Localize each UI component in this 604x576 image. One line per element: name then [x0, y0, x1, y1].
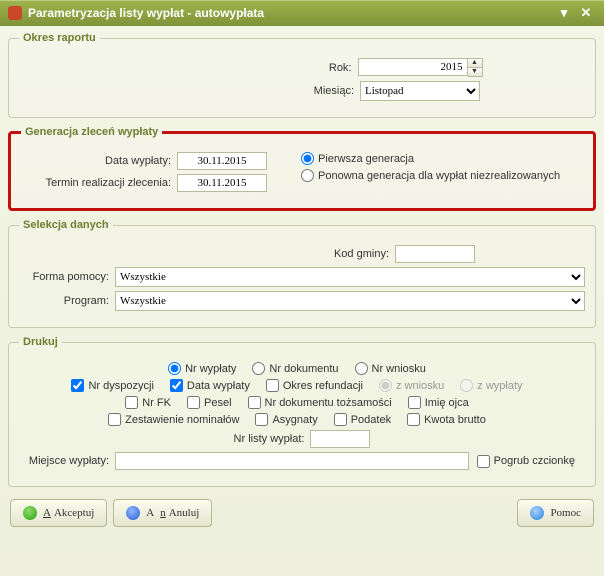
select-program[interactable]: Wszystkie [115, 291, 585, 311]
input-termin[interactable] [177, 174, 267, 192]
select-miesiac[interactable]: Listopad [360, 81, 480, 101]
label-program: Program: [19, 295, 115, 307]
check-pogrub-czcionke[interactable]: Pogrub czcionkę [477, 455, 575, 468]
ok-icon [23, 506, 37, 520]
label-nr-listy: Nr listy wypłat: [234, 433, 311, 445]
input-data-wyplaty[interactable] [177, 152, 267, 170]
check-okres-refundacji[interactable]: Okres refundacji [266, 379, 363, 392]
radio-pierwsza-generacja[interactable]: Pierwsza generacja [301, 152, 414, 165]
legend-drukuj: Drukuj [19, 336, 62, 348]
check-nr-dok-toz[interactable]: Nr dokumentu tożsamości [248, 396, 392, 409]
app-icon [8, 6, 22, 20]
help-icon [530, 506, 544, 520]
accept-button[interactable]: AAkceptuj [10, 499, 107, 527]
group-generacja: Generacja zleceń wypłaty Data wypłaty: T… [8, 126, 596, 211]
check-pesel[interactable]: Pesel [187, 396, 232, 409]
legend-generacja: Generacja zleceń wypłaty [21, 126, 162, 138]
input-miejsce-wyplaty[interactable] [115, 452, 469, 470]
check-data-wyplaty[interactable]: Data wypłaty [170, 379, 250, 392]
label-miejsce-wyplaty: Miejsce wypłaty: [19, 455, 115, 467]
cancel-icon [126, 506, 140, 520]
spinner-rok[interactable]: ▲▼ [468, 58, 483, 77]
close-icon[interactable]: ✕ [576, 4, 596, 22]
label-miesiac: Miesiąc: [124, 85, 360, 97]
label-kod-gminy: Kod gminy: [129, 248, 395, 260]
check-nr-dyspozycji[interactable]: Nr dyspozycji [71, 379, 153, 392]
help-button[interactable]: Pomoc [517, 499, 594, 527]
chevron-up-icon[interactable]: ▲ [468, 59, 482, 68]
input-rok[interactable] [358, 58, 468, 76]
chevron-down-icon[interactable]: ▼ [468, 68, 482, 76]
radio-nr-dokumentu[interactable]: Nr dokumentu [252, 362, 338, 375]
label-rok: Rok: [122, 62, 358, 74]
input-kod-gminy[interactable] [395, 245, 475, 263]
radio-nr-wniosku[interactable]: Nr wniosku [355, 362, 426, 375]
legend-okres: Okres raportu [19, 32, 100, 44]
select-forma-pomocy[interactable]: Wszystkie [115, 267, 585, 287]
input-nr-listy[interactable] [310, 430, 370, 448]
label-termin: Termin realizacji zlecenia: [21, 177, 177, 189]
radio-z-wniosku: z wniosku [379, 379, 444, 392]
label-data-wyplaty: Data wypłaty: [21, 155, 177, 167]
radio-z-wyplaty: z wypłaty [460, 379, 522, 392]
group-okres-raportu: Okres raportu Rok: ▲▼ Miesiąc: Listopad [8, 32, 596, 118]
label-forma-pomocy: Forma pomocy: [19, 271, 115, 283]
radio-nr-wyplaty[interactable]: Nr wypłaty [168, 362, 236, 375]
check-asygnaty[interactable]: Asygnaty [255, 413, 317, 426]
check-nr-fk[interactable]: Nr FK [125, 396, 171, 409]
button-bar: AAkceptuj AnAnuluj Pomoc [8, 495, 596, 531]
radio-ponowna-generacja[interactable]: Ponowna generacja dla wypłat niezrealizo… [301, 169, 560, 182]
check-podatek[interactable]: Podatek [334, 413, 391, 426]
minimize-icon[interactable]: ▾ [554, 4, 574, 22]
check-kwota-brutto[interactable]: Kwota brutto [407, 413, 486, 426]
check-zestawienie-nominalow[interactable]: Zestawienie nominałów [108, 413, 239, 426]
titlebar: Parametryzacja listy wypłat - autowypłat… [0, 0, 604, 26]
cancel-button[interactable]: AnAnuluj [113, 499, 212, 527]
group-drukuj: Drukuj Nr wypłaty Nr dokumentu Nr wniosk… [8, 336, 596, 487]
window-title: Parametryzacja listy wypłat - autowypłat… [28, 6, 264, 20]
check-imie-ojca[interactable]: Imię ojca [408, 396, 469, 409]
dialog-window: Parametryzacja listy wypłat - autowypłat… [0, 0, 604, 576]
legend-selekcja: Selekcja danych [19, 219, 113, 231]
group-selekcja: Selekcja danych Kod gminy: Forma pomocy:… [8, 219, 596, 328]
